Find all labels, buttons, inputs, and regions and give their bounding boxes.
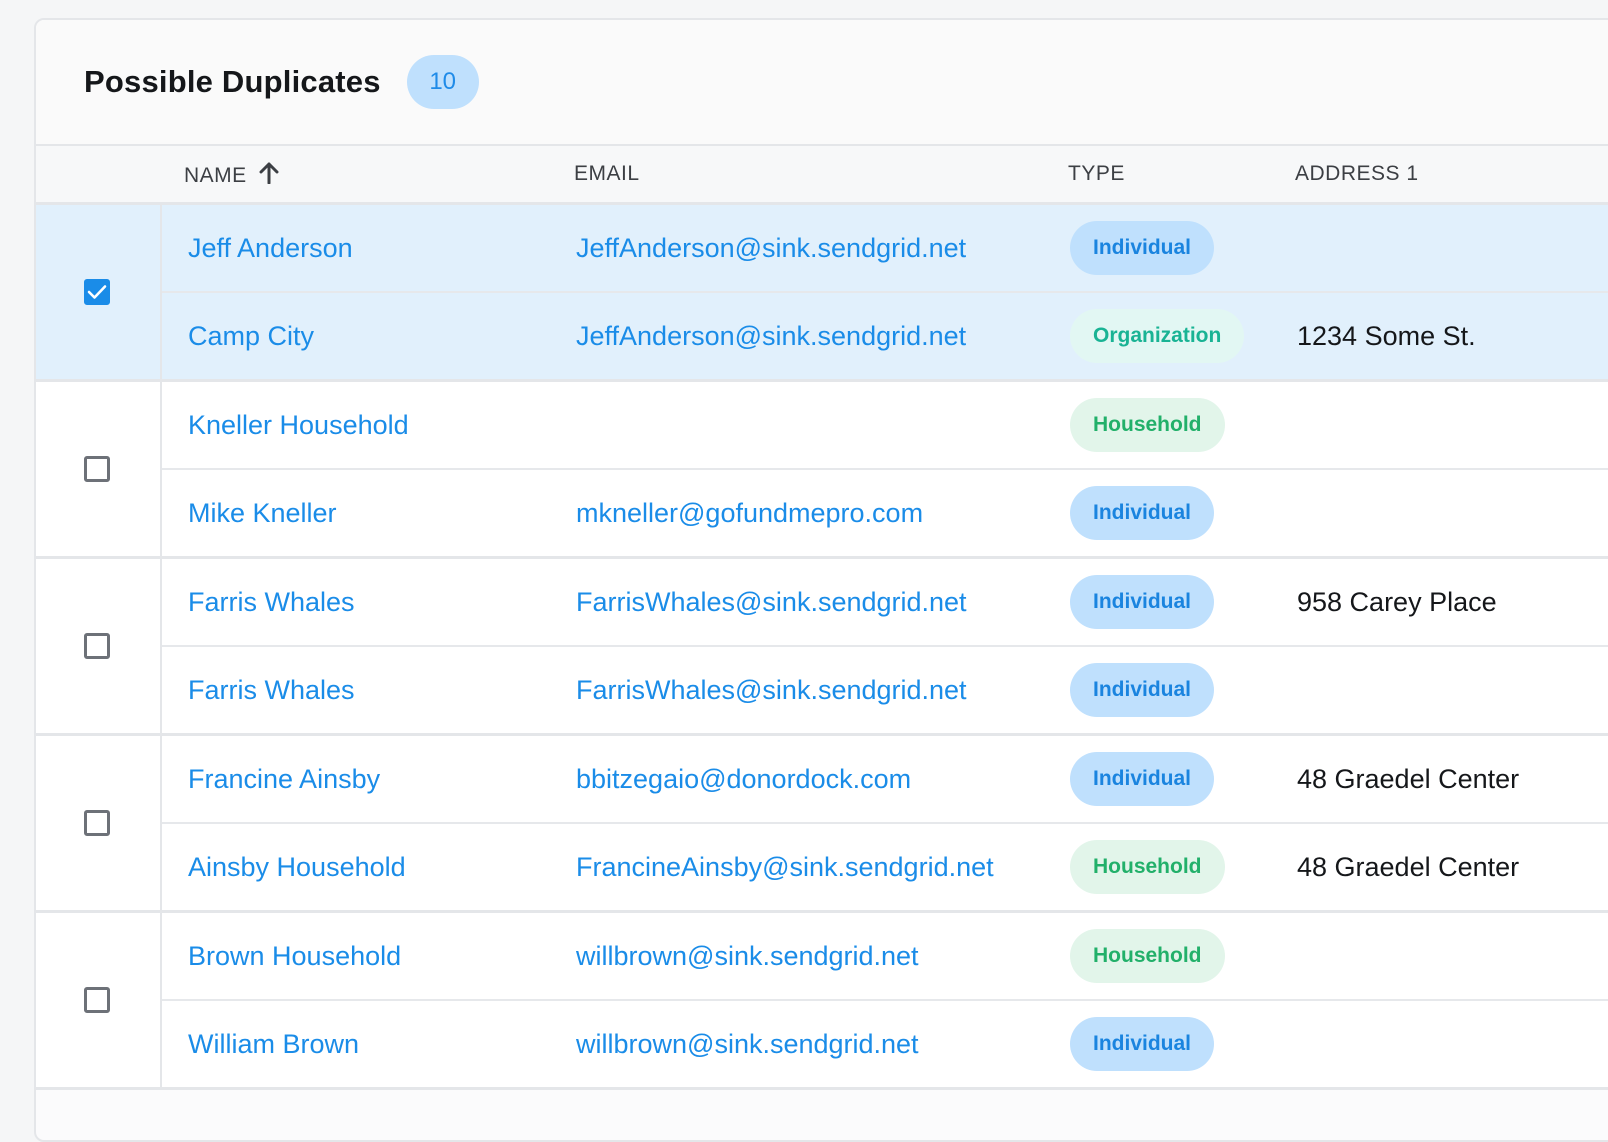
contact-email-link[interactable]: JeffAnderson@sink.sendgrid.net bbox=[576, 205, 966, 291]
group-rows: Brown Household willbrown@sink.sendgrid.n… bbox=[162, 913, 1608, 1087]
type-cell: Household bbox=[1070, 824, 1225, 910]
contact-name-link[interactable]: Farris Whales bbox=[188, 647, 355, 733]
type-badge: Organization bbox=[1070, 309, 1245, 363]
type-cell: Individual bbox=[1070, 1001, 1215, 1087]
column-header-type[interactable]: TYPE bbox=[1068, 162, 1125, 186]
type-badge: Household bbox=[1070, 398, 1225, 452]
group-rows: Kneller Household Household Mike Kneller mk… bbox=[162, 382, 1608, 556]
contact-name-link[interactable]: Ainsby Household bbox=[188, 824, 406, 910]
table-row: Brown Household willbrown@sink.sendgrid.n… bbox=[162, 913, 1608, 1001]
contact-email-link[interactable]: willbrown@sink.sendgrid.net bbox=[576, 1001, 919, 1087]
arrow-up-icon[interactable] bbox=[259, 162, 279, 190]
group-checkbox[interactable] bbox=[84, 810, 110, 836]
type-cell: Household bbox=[1070, 913, 1225, 999]
table-row: Jeff Anderson JeffAnderson@sink.sendgrid.… bbox=[162, 205, 1608, 293]
group-checkbox[interactable] bbox=[84, 279, 110, 305]
group-checkbox-cell bbox=[36, 913, 162, 1087]
contact-name-link[interactable]: Farris Whales bbox=[188, 559, 355, 645]
group-checkbox[interactable] bbox=[84, 987, 110, 1013]
table-row: Ainsby Household FrancineAinsby@sink.send… bbox=[162, 824, 1608, 910]
group-rows: Jeff Anderson JeffAnderson@sink.sendgrid.… bbox=[162, 205, 1608, 379]
contact-name-link[interactable]: William Brown bbox=[188, 1001, 359, 1087]
type-cell: Individual bbox=[1070, 559, 1215, 645]
contact-name-link[interactable]: Camp City bbox=[188, 293, 314, 379]
group-checkbox-cell bbox=[36, 205, 162, 379]
type-badge: Individual bbox=[1070, 221, 1215, 275]
table-row: Farris Whales FarrisWhales@sink.sendgrid.… bbox=[162, 559, 1608, 647]
contact-email-link[interactable]: willbrown@sink.sendgrid.net bbox=[576, 913, 919, 999]
table-row: Francine Ainsby bbitzegaio@donordock.com I… bbox=[162, 736, 1608, 824]
table-row: Kneller Household Household bbox=[162, 382, 1608, 470]
type-cell: Individual bbox=[1070, 736, 1215, 822]
address-cell: 958 Carey Place bbox=[1297, 586, 1497, 617]
column-header-name[interactable]: NAME bbox=[184, 162, 279, 190]
table-row: Farris Whales FarrisWhales@sink.sendgrid.… bbox=[162, 647, 1608, 733]
contact-email-link[interactable]: bbitzegaio@donordock.com bbox=[576, 736, 911, 822]
type-badge: Individual bbox=[1070, 752, 1215, 806]
contact-name-link[interactable]: Jeff Anderson bbox=[188, 205, 353, 291]
group-checkbox[interactable] bbox=[84, 633, 110, 659]
checkmark-icon bbox=[87, 285, 107, 299]
address-cell: 1234 Some St. bbox=[1297, 320, 1476, 351]
duplicate-group: Kneller Household Household Mike Kneller mk… bbox=[36, 382, 1608, 559]
type-cell: Individual bbox=[1070, 205, 1215, 291]
group-checkbox-cell bbox=[36, 736, 162, 910]
table-row: William Brown willbrown@sink.sendgrid.net… bbox=[162, 1001, 1608, 1087]
group-checkbox[interactable] bbox=[84, 456, 110, 482]
type-cell: Individual bbox=[1070, 470, 1215, 556]
contact-email-link[interactable]: mkneller@gofundmepro.com bbox=[576, 470, 923, 556]
address-cell: 48 Graedel Center bbox=[1297, 851, 1520, 882]
contact-name-link[interactable]: Francine Ainsby bbox=[188, 736, 380, 822]
contact-email-link[interactable]: JeffAnderson@sink.sendgrid.net bbox=[576, 293, 966, 379]
group-checkbox-cell bbox=[36, 559, 162, 733]
type-cell: Individual bbox=[1070, 647, 1215, 733]
panel-title: Possible Duplicates bbox=[84, 64, 381, 99]
type-badge: Individual bbox=[1070, 1017, 1215, 1071]
type-cell: Organization bbox=[1070, 293, 1245, 379]
column-header-email[interactable]: EMAIL bbox=[574, 162, 640, 186]
duplicate-groups: Jeff Anderson JeffAnderson@sink.sendgrid.… bbox=[36, 205, 1608, 1090]
duplicate-group: Farris Whales FarrisWhales@sink.sendgrid.… bbox=[36, 559, 1608, 736]
count-badge: 10 bbox=[406, 55, 479, 109]
type-badge: Individual bbox=[1070, 663, 1215, 717]
group-rows: Francine Ainsby bbitzegaio@donordock.com I… bbox=[162, 736, 1608, 910]
contact-name-link[interactable]: Mike Kneller bbox=[188, 470, 337, 556]
table-row: Camp City JeffAnderson@sink.sendgrid.net O… bbox=[162, 293, 1608, 379]
table-header: NAME EMAIL TYPE ADDRESS 1 bbox=[36, 146, 1608, 205]
type-badge: Household bbox=[1070, 929, 1225, 983]
duplicates-panel: Possible Duplicates 10 NAME EMAIL TYPE A… bbox=[34, 18, 1608, 1142]
contact-name-link[interactable]: Kneller Household bbox=[188, 382, 409, 468]
contact-name-link[interactable]: Brown Household bbox=[188, 913, 401, 999]
column-header-address[interactable]: ADDRESS 1 bbox=[1295, 162, 1419, 186]
address-cell: 48 Graedel Center bbox=[1297, 763, 1520, 794]
column-header-name-label: NAME bbox=[184, 164, 247, 187]
type-badge: Household bbox=[1070, 840, 1225, 894]
contact-email-link[interactable]: FarrisWhales@sink.sendgrid.net bbox=[576, 559, 967, 645]
type-badge: Individual bbox=[1070, 486, 1215, 540]
type-cell: Household bbox=[1070, 382, 1225, 468]
duplicate-group: Jeff Anderson JeffAnderson@sink.sendgrid.… bbox=[36, 205, 1608, 382]
type-badge: Individual bbox=[1070, 575, 1215, 629]
group-rows: Farris Whales FarrisWhales@sink.sendgrid.… bbox=[162, 559, 1608, 733]
duplicate-group: Brown Household willbrown@sink.sendgrid.n… bbox=[36, 913, 1608, 1090]
panel-header: Possible Duplicates 10 bbox=[36, 20, 1608, 146]
group-checkbox-cell bbox=[36, 382, 162, 556]
table-row: Mike Kneller mkneller@gofundmepro.com Indi… bbox=[162, 470, 1608, 556]
contact-email-link[interactable]: FarrisWhales@sink.sendgrid.net bbox=[576, 647, 967, 733]
duplicate-group: Francine Ainsby bbitzegaio@donordock.com I… bbox=[36, 736, 1608, 913]
contact-email-link[interactable]: FrancineAinsby@sink.sendgrid.net bbox=[576, 824, 994, 910]
